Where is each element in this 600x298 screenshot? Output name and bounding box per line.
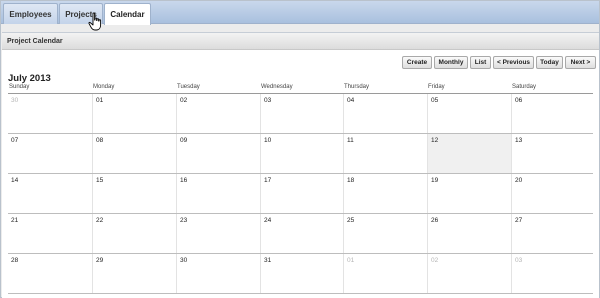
tab-calendar[interactable]: Calendar <box>104 3 151 25</box>
calendar-day-cell[interactable]: 02 <box>427 254 511 293</box>
hand-cursor-icon <box>88 12 102 31</box>
calendar-day-cell[interactable]: 16 <box>176 174 260 213</box>
calendar-day-cell[interactable]: 06 <box>511 94 593 133</box>
calendar-grid: 30 01 02 03 04 05 06 07 08 09 10 11 12 13 14 15 16 17 18 19… <box>8 94 593 294</box>
calendar-day-cell[interactable]: 22 <box>92 214 176 253</box>
dow-tuesday: Tuesday <box>177 84 200 90</box>
calendar-day-cell[interactable]: 01 <box>343 254 427 293</box>
calendar-day-cell[interactable]: 07 <box>8 134 92 173</box>
calendar-day-cell[interactable]: 02 <box>176 94 260 133</box>
calendar-day-cell[interactable]: 03 <box>260 94 343 133</box>
calendar-day-cell[interactable]: 11 <box>343 134 427 173</box>
calendar-week-row: 28 29 30 31 01 02 03 <box>8 254 593 294</box>
calendar-day-cell[interactable]: 26 <box>427 214 511 253</box>
today-button[interactable]: Today <box>536 56 563 69</box>
month-title: July 2013 <box>8 73 51 84</box>
calendar-day-cell[interactable]: 13 <box>511 134 593 173</box>
calendar-day-cell[interactable]: 31 <box>260 254 343 293</box>
calendar-day-cell[interactable]: 01 <box>92 94 176 133</box>
app-frame: Employees Projects Calendar Project Cale… <box>0 0 600 298</box>
calendar-day-cell[interactable]: 15 <box>92 174 176 213</box>
tab-employees[interactable]: Employees <box>3 3 58 24</box>
calendar-day-cell[interactable]: 12 <box>427 134 511 173</box>
calendar-day-cell[interactable]: 28 <box>8 254 92 293</box>
calendar-day-cell[interactable]: 14 <box>8 174 92 213</box>
calendar-day-cell[interactable]: 24 <box>260 214 343 253</box>
calendar-day-cell[interactable]: 25 <box>343 214 427 253</box>
calendar-day-cell[interactable]: 27 <box>511 214 593 253</box>
calendar-day-cell[interactable]: 29 <box>92 254 176 293</box>
calendar-day-cell[interactable]: 30 <box>176 254 260 293</box>
calendar-day-cell[interactable]: 17 <box>260 174 343 213</box>
panel-title: Project Calendar <box>2 33 599 50</box>
dow-friday: Friday <box>428 84 445 90</box>
calendar-day-cell[interactable]: 30 <box>8 94 92 133</box>
calendar-week-row: 30 01 02 03 04 05 06 <box>8 94 593 134</box>
monthly-button[interactable]: Monthly <box>434 56 468 69</box>
day-of-week-header: Sunday Monday Tuesday Wednesday Thursday… <box>8 84 593 93</box>
calendar-day-cell[interactable]: 03 <box>511 254 593 293</box>
dow-monday: Monday <box>93 84 115 90</box>
calendar-day-cell[interactable]: 18 <box>343 174 427 213</box>
previous-button[interactable]: < Previous <box>493 56 534 69</box>
list-button[interactable]: List <box>470 56 491 69</box>
calendar-week-row: 14 15 16 17 18 19 20 <box>8 174 593 214</box>
calendar-day-cell[interactable]: 04 <box>343 94 427 133</box>
calendar-panel: Project Calendar Create Monthly List < P… <box>2 32 599 298</box>
calendar-day-cell[interactable]: 23 <box>176 214 260 253</box>
dow-saturday: Saturday <box>512 84 537 90</box>
calendar-day-cell[interactable]: 08 <box>92 134 176 173</box>
next-button[interactable]: Next > <box>565 56 596 69</box>
calendar-day-cell[interactable]: 10 <box>260 134 343 173</box>
calendar-day-cell[interactable]: 21 <box>8 214 92 253</box>
calendar-day-cell[interactable]: 19 <box>427 174 511 213</box>
calendar-day-cell[interactable]: 09 <box>176 134 260 173</box>
dow-wednesday: Wednesday <box>261 84 293 90</box>
calendar-day-cell[interactable]: 20 <box>511 174 593 213</box>
calendar-week-row: 21 22 23 24 25 26 27 <box>8 214 593 254</box>
create-button[interactable]: Create <box>402 56 432 69</box>
calendar-week-row: 07 08 09 10 11 12 13 <box>8 134 593 174</box>
dow-sunday: Sunday <box>9 84 30 90</box>
dow-thursday: Thursday <box>344 84 370 90</box>
calendar-day-cell[interactable]: 05 <box>427 94 511 133</box>
